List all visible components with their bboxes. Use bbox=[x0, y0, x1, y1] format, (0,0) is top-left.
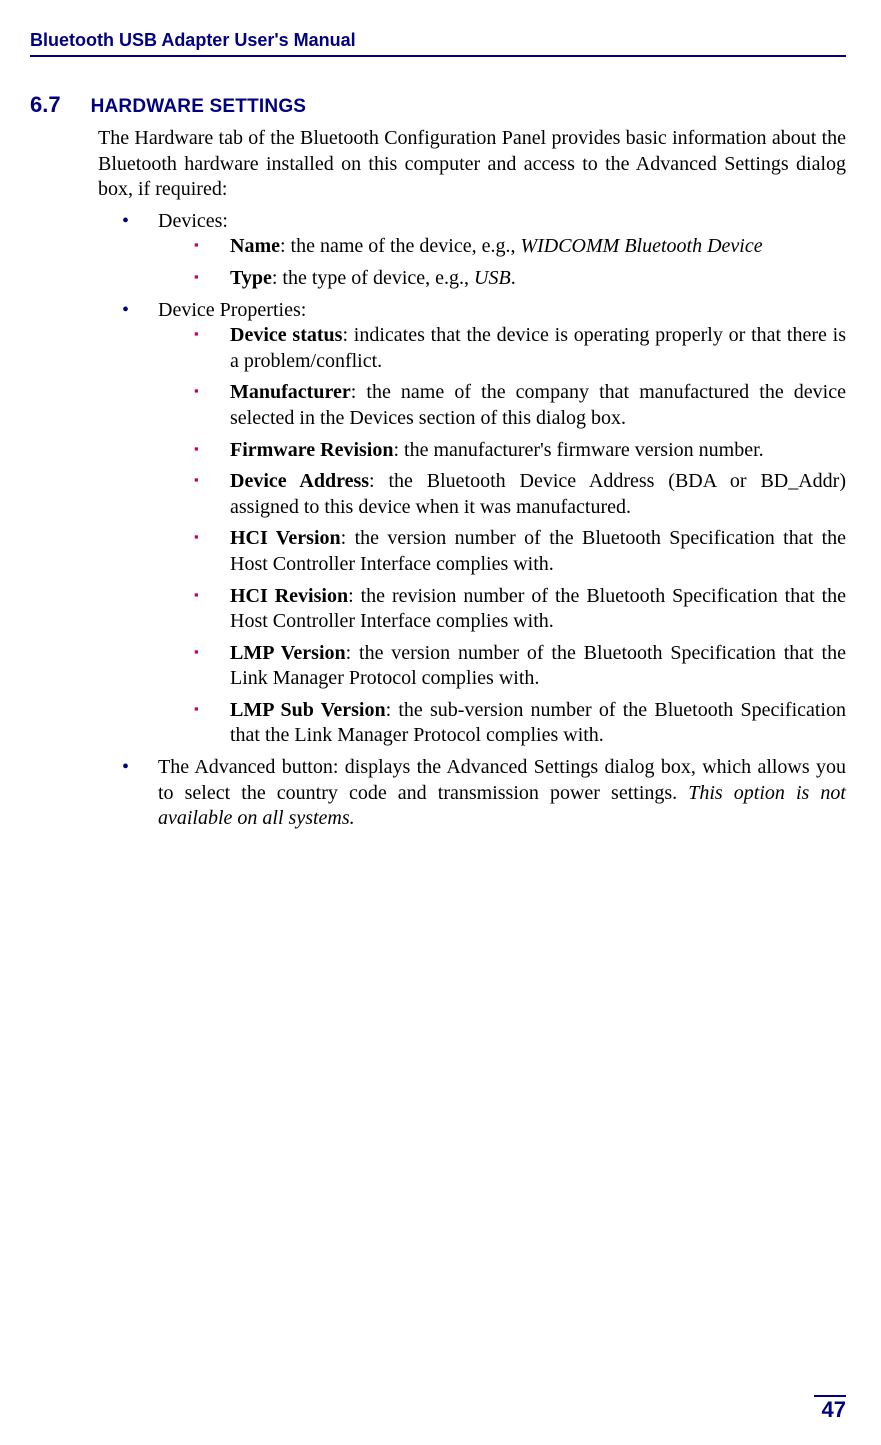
sub-type: Type: the type of device, e.g., USB. bbox=[194, 266, 846, 292]
firmware-rest: : the manufacturer's firmware version nu… bbox=[394, 439, 764, 461]
type-period: . bbox=[511, 267, 516, 289]
sub-device-address: Device Address: the Bluetooth Device Add… bbox=[194, 469, 846, 520]
manufacturer-bold: Manufacturer bbox=[230, 381, 351, 403]
section-intro: The Hardware tab of the Bluetooth Config… bbox=[98, 126, 846, 203]
hci-version-bold: HCI Version bbox=[230, 527, 341, 549]
footer: 47 bbox=[814, 1395, 846, 1423]
bullet-advanced: The Advanced button: displays the Advanc… bbox=[122, 755, 846, 832]
sub-lmp-sub-version: LMP Sub Version: the sub-version number … bbox=[194, 698, 846, 749]
device-status-bold: Device status bbox=[230, 324, 342, 346]
document-header: Bluetooth USB Adapter User's Manual bbox=[30, 30, 846, 57]
type-example: USB bbox=[474, 267, 511, 289]
name-example: WIDCOMM Bluetooth Device bbox=[520, 235, 762, 257]
name-rest: : the name of the device, e.g., bbox=[280, 235, 520, 257]
device-address-bold: Device Address bbox=[230, 470, 369, 492]
lmp-version-bold: LMP Version bbox=[230, 642, 346, 664]
type-rest: : the type of device, e.g., bbox=[272, 267, 474, 289]
section-heading: 6.7 HARDWARE SETTINGS bbox=[30, 92, 846, 118]
section-number: 6.7 bbox=[30, 92, 61, 118]
devices-label: Devices: bbox=[158, 210, 228, 232]
hci-revision-bold: HCI Revision bbox=[230, 585, 348, 607]
sub-firmware: Firmware Revision: the manufacturer's fi… bbox=[194, 438, 846, 464]
devices-sub-list: Name: the name of the device, e.g., WIDC… bbox=[194, 234, 846, 291]
sub-hci-revision: HCI Revision: the revision number of the… bbox=[194, 584, 846, 635]
device-properties-sub-list: Device status: indicates that the device… bbox=[194, 323, 846, 749]
page-number: 47 bbox=[814, 1397, 846, 1423]
sub-manufacturer: Manufacturer: the name of the company th… bbox=[194, 380, 846, 431]
bullet-device-properties: Device Properties: Device status: indica… bbox=[122, 298, 846, 750]
firmware-bold: Firmware Revision bbox=[230, 439, 394, 461]
type-bold: Type bbox=[230, 267, 272, 289]
bullet-devices: Devices: Name: the name of the device, e… bbox=[122, 209, 846, 292]
section-title: HARDWARE SETTINGS bbox=[91, 96, 307, 118]
device-properties-label: Device Properties: bbox=[158, 299, 306, 321]
name-bold: Name bbox=[230, 235, 280, 257]
sub-name: Name: the name of the device, e.g., WIDC… bbox=[194, 234, 846, 260]
sub-device-status: Device status: indicates that the device… bbox=[194, 323, 846, 374]
main-bullet-list: Devices: Name: the name of the device, e… bbox=[122, 209, 846, 832]
sub-lmp-version: LMP Version: the version number of the B… bbox=[194, 641, 846, 692]
sub-hci-version: HCI Version: the version number of the B… bbox=[194, 526, 846, 577]
lmp-sub-bold: LMP Sub Version bbox=[230, 699, 386, 721]
